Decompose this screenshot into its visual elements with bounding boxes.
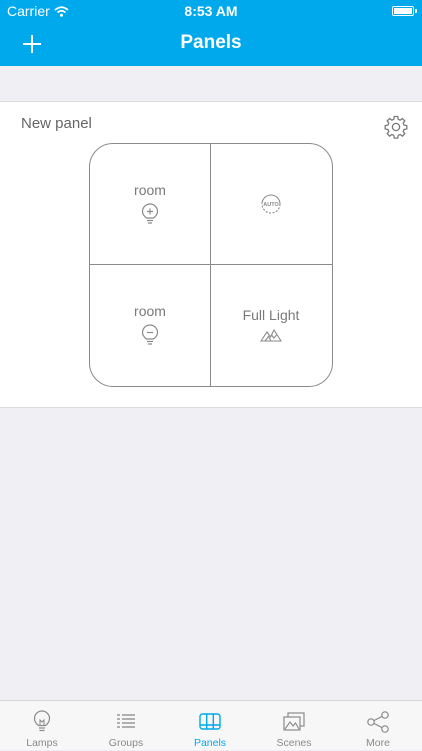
tab-label: Groups xyxy=(108,737,144,749)
panel-card: New panel room AUTO room Full Light xyxy=(0,101,422,408)
panels-icon xyxy=(199,713,221,730)
tab-lamps[interactable]: Lamps xyxy=(0,701,84,751)
status-bar: Carrier 8:53 AM xyxy=(0,0,422,22)
clock: 8:53 AM xyxy=(184,3,238,19)
panel-cell-room-brighten[interactable]: room xyxy=(90,144,210,264)
lamp-icon xyxy=(33,710,51,732)
gear-icon xyxy=(384,115,408,139)
panel-cell-room-dim[interactable]: room xyxy=(90,265,210,385)
battery-icon xyxy=(392,6,417,16)
panel-settings-button[interactable] xyxy=(384,115,408,139)
auto-icon-label: AUTO xyxy=(263,202,279,208)
cell-label: Full Light xyxy=(242,307,300,323)
tab-panels[interactable]: Panels xyxy=(168,701,252,751)
panel-cell-auto[interactable]: AUTO xyxy=(211,144,331,264)
tab-label: Panels xyxy=(193,737,227,749)
panel-grid: room AUTO room Full Light xyxy=(89,143,333,387)
mountains-icon xyxy=(260,328,282,342)
tab-scenes[interactable]: Scenes xyxy=(252,701,336,751)
scenes-icon xyxy=(283,712,305,731)
tab-groups[interactable]: Groups xyxy=(84,701,168,751)
cell-label: room xyxy=(134,182,166,198)
tab-label: Scenes xyxy=(276,737,312,749)
share-icon xyxy=(367,711,389,733)
auto-icon: AUTO xyxy=(261,194,281,214)
groups-icon xyxy=(117,714,135,728)
panel-name: New panel xyxy=(21,115,92,132)
nav-bar: Panels xyxy=(0,22,422,66)
top-bar: Carrier 8:53 AM Panels xyxy=(0,0,422,66)
tab-more[interactable]: More xyxy=(336,701,420,751)
tab-bar: Lamps Groups Panels Scenes More xyxy=(0,700,422,750)
bulb-plus-icon xyxy=(141,203,159,224)
page-title: Panels xyxy=(180,32,242,53)
tab-label: More xyxy=(366,737,390,749)
tab-label: Lamps xyxy=(26,737,58,749)
bulb-minus-icon xyxy=(141,324,159,345)
cell-label: room xyxy=(134,303,166,319)
panel-cell-full-light[interactable]: Full Light xyxy=(211,265,331,385)
